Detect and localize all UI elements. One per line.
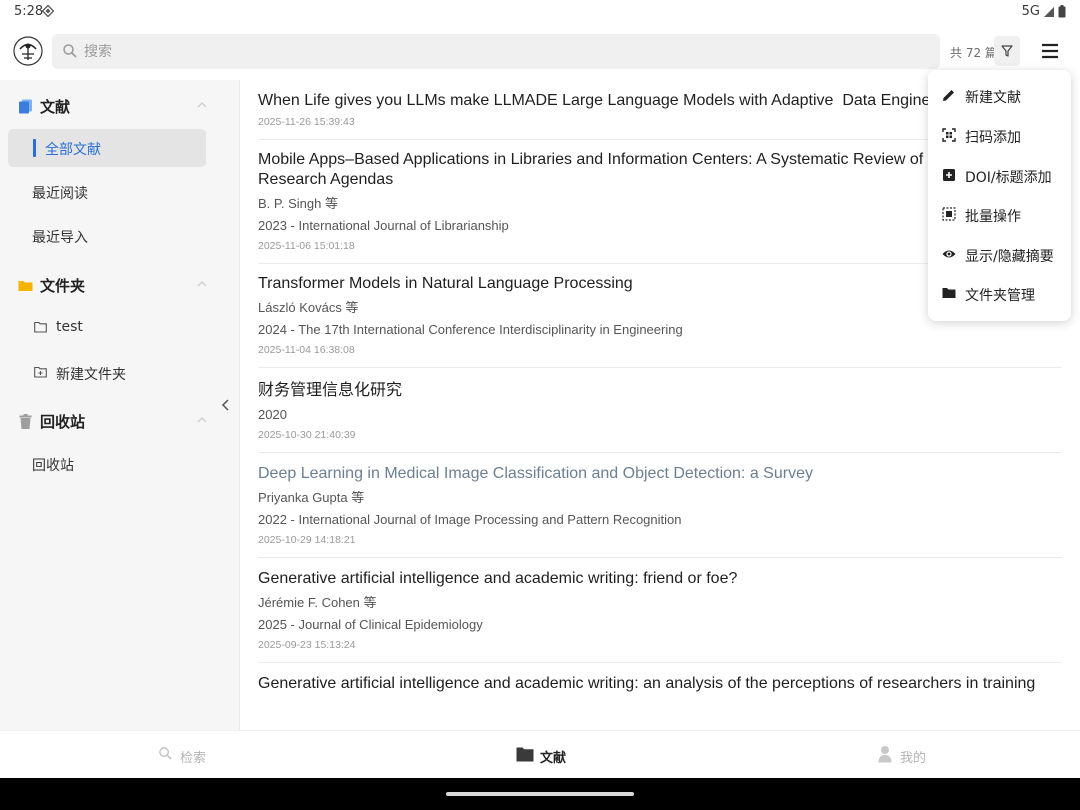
- tab-search[interactable]: 检索: [150, 731, 230, 779]
- sidebar-item-label: test: [56, 319, 83, 335]
- sync-indicator-icon: [42, 5, 54, 17]
- sidebar-item-label: 全部文献: [45, 142, 101, 158]
- trash-icon: [19, 414, 32, 429]
- document-title: Generative artificial intelligence and a…: [258, 570, 738, 587]
- menu-item-doi-add[interactable]: DOI/标题添加: [928, 156, 1071, 196]
- folder-add-icon: [34, 366, 47, 378]
- sidebar: 文献 全部文献 最近阅读 最近导入 文件夹 test 新建文件夹 回收站 回收站: [0, 80, 240, 730]
- sidebar-section-trash[interactable]: 回收站: [0, 403, 240, 439]
- sidebar-section-title: 文件夹: [40, 277, 86, 295]
- sidebar-item-all-documents[interactable]: 全部文献: [8, 129, 206, 167]
- tab-documents[interactable]: 文献: [506, 731, 586, 779]
- eye-icon: [942, 250, 956, 258]
- document-source: 2022 - International Journal of Image Pr…: [258, 512, 682, 527]
- sidebar-item-recent-read[interactable]: 最近阅读: [8, 173, 206, 211]
- menu-item-folder-manage[interactable]: 文件夹管理: [928, 274, 1071, 314]
- app-logo-icon[interactable]: [12, 34, 44, 68]
- chevron-up-icon[interactable]: [196, 415, 208, 425]
- sidebar-folder-new[interactable]: 新建文件夹: [8, 354, 206, 392]
- chevron-up-icon[interactable]: [196, 100, 208, 110]
- document-added-time: 2025-10-30 21:40:39: [258, 429, 356, 441]
- sidebar-item-trash[interactable]: 回收站: [8, 445, 206, 483]
- sidebar-folder-test[interactable]: test: [8, 309, 206, 347]
- document-authors: Priyanka Gupta 等: [258, 490, 365, 505]
- status-bar: 5:28 5G: [0, 0, 1080, 24]
- pencil-icon: [943, 90, 954, 101]
- search-icon: [159, 747, 172, 760]
- document-title: Deep Learning in Medical Image Classific…: [258, 465, 813, 482]
- app-bar: 共 72 篇: [0, 24, 1080, 80]
- menu-item-label: 文件夹管理: [965, 288, 1035, 304]
- bottom-navigation: 检索 文献 我的: [0, 730, 1080, 778]
- menu-item-label: 扫码添加: [965, 130, 1021, 146]
- system-navigation-bar: [0, 778, 1080, 810]
- tab-label: 我的: [900, 751, 927, 766]
- collapse-sidebar-icon[interactable]: [220, 398, 232, 412]
- status-time: 5:28: [14, 4, 44, 19]
- document-added-time: 2025-10-29 14:18:21: [258, 534, 356, 546]
- search-icon: [63, 44, 77, 58]
- menu-item-label: DOI/标题添加: [965, 170, 1052, 186]
- document-item[interactable]: Generative artificial intelligence and a…: [258, 558, 1062, 663]
- menu-item-new-document[interactable]: 新建文献: [928, 76, 1071, 116]
- folder-icon: [18, 281, 33, 291]
- menu-item-label: 批量操作: [965, 209, 1021, 225]
- document-added-time: 2025-09-23 15:13:24: [258, 639, 356, 651]
- tab-profile[interactable]: 我的: [870, 731, 950, 779]
- folder-outline-icon: [34, 321, 47, 333]
- select-all-icon: [942, 207, 956, 221]
- sidebar-section-documents[interactable]: 文献: [0, 88, 240, 124]
- menu-item-toggle-abstract[interactable]: 显示/隐藏摘要: [928, 235, 1071, 275]
- document-source: 2020: [258, 407, 287, 422]
- menu-item-scan-add[interactable]: 扫码添加: [928, 116, 1071, 156]
- folder-icon: [516, 747, 534, 762]
- document-stack-icon: [19, 99, 32, 114]
- document-authors: Jérémie F. Cohen 等: [258, 595, 377, 610]
- sidebar-section-folders[interactable]: 文件夹: [0, 267, 240, 303]
- person-icon: [878, 746, 892, 763]
- tab-label: 检索: [180, 751, 207, 766]
- add-box-icon: [943, 169, 955, 181]
- chevron-up-icon[interactable]: [196, 279, 208, 289]
- document-title: Generative artificial intelligence and a…: [258, 675, 1036, 692]
- search-input[interactable]: [84, 34, 924, 69]
- network-type: 5G: [1021, 4, 1040, 19]
- document-item[interactable]: Generative artificial intelligence and a…: [258, 663, 1062, 704]
- search-bar[interactable]: [52, 34, 940, 69]
- filter-icon: [1001, 45, 1013, 57]
- sidebar-item-label: 回收站: [32, 458, 74, 474]
- signal-icon: [1044, 6, 1054, 17]
- sidebar-item-label: 最近导入: [32, 230, 88, 246]
- menu-icon[interactable]: [1038, 40, 1062, 62]
- folder-icon: [942, 288, 956, 298]
- document-source: 2025 - Journal of Clinical Epidemiology: [258, 617, 483, 632]
- document-source: 2024 - The 17th International Conference…: [258, 322, 683, 337]
- menu-item-label: 新建文献: [965, 90, 1021, 106]
- status-icons: 5G: [1022, 4, 1066, 19]
- filter-button[interactable]: [994, 36, 1020, 66]
- qr-scan-icon: [942, 128, 956, 142]
- sidebar-item-label: 最近阅读: [32, 186, 88, 202]
- battery-icon: [1058, 5, 1066, 18]
- document-title: 财务管理信息化研究: [258, 382, 403, 399]
- menu-item-label: 显示/隐藏摘要: [965, 249, 1054, 265]
- tab-label: 文献: [540, 751, 567, 766]
- document-added-time: 2025-11-04 16:38:08: [258, 344, 355, 356]
- document-item[interactable]: 财务管理信息化研究 2020 2025-10-30 21:40:39: [258, 368, 1062, 453]
- document-item[interactable]: Deep Learning in Medical Image Classific…: [258, 453, 1062, 558]
- menu-item-batch[interactable]: 批量操作: [928, 195, 1071, 235]
- sidebar-item-label: 新建文件夹: [56, 367, 126, 383]
- sidebar-section-title: 文献: [40, 98, 71, 116]
- document-count: 共 72 篇: [950, 46, 997, 60]
- add-menu-popup: 新建文献 扫码添加 DOI/标题添加 批量操作 显示/隐藏摘要 文件夹管理: [928, 70, 1071, 321]
- home-gesture-handle[interactable]: [446, 792, 634, 796]
- sidebar-item-recent-import[interactable]: 最近导入: [8, 217, 206, 255]
- sidebar-section-title: 回收站: [40, 413, 86, 431]
